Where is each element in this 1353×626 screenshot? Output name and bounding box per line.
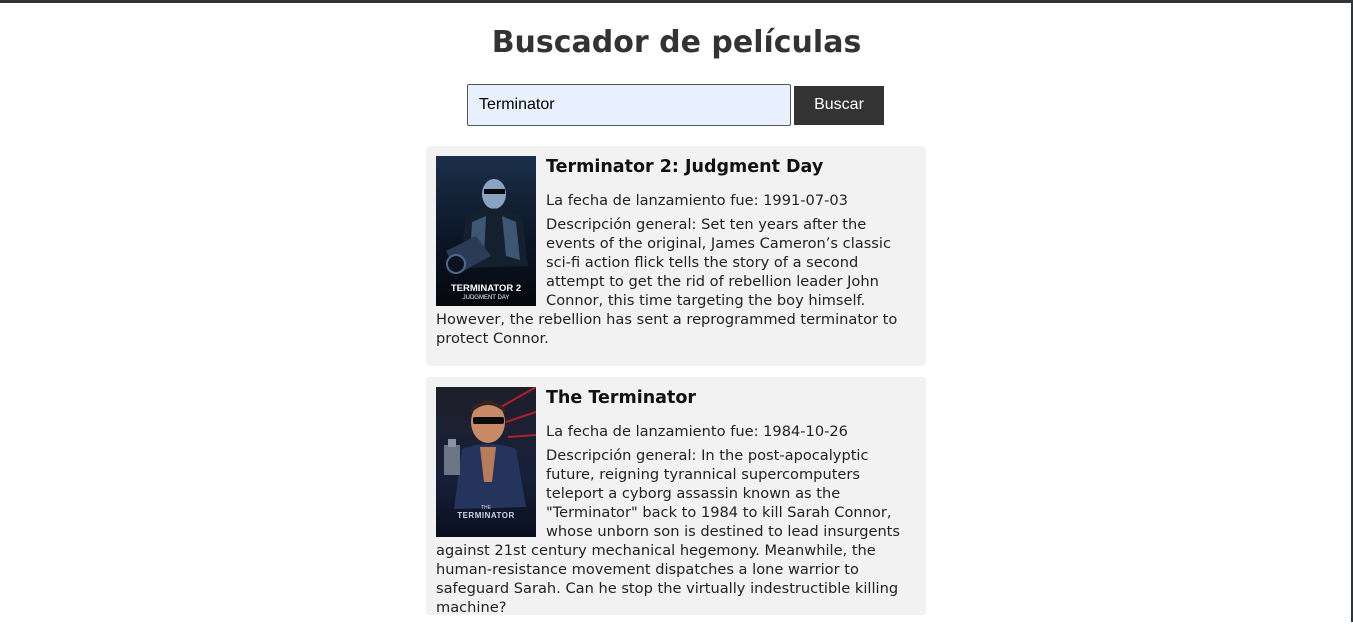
movie-card: THE TERMINATOR The Terminator La fecha d… [426,377,926,615]
page-title: Buscador de películas [491,25,862,60]
search-bar: Buscar [467,84,884,126]
window-top-border [0,0,1353,3]
poster-title-text: TERMINATOR [457,511,515,520]
poster-title-text: TERMINATOR 2 [451,283,521,294]
results-list: TERMINATOR 2 JUDGMENT DAY Terminator 2: … [426,146,926,626]
movie-poster: THE TERMINATOR [436,387,536,537]
search-button[interactable]: Buscar [794,85,884,125]
movie-card: TERMINATOR 2 JUDGMENT DAY Terminator 2: … [426,146,926,366]
search-input[interactable] [467,84,791,126]
movie-poster: TERMINATOR 2 JUDGMENT DAY [436,156,536,306]
poster-subtitle-text: JUDGMENT DAY [463,295,510,301]
